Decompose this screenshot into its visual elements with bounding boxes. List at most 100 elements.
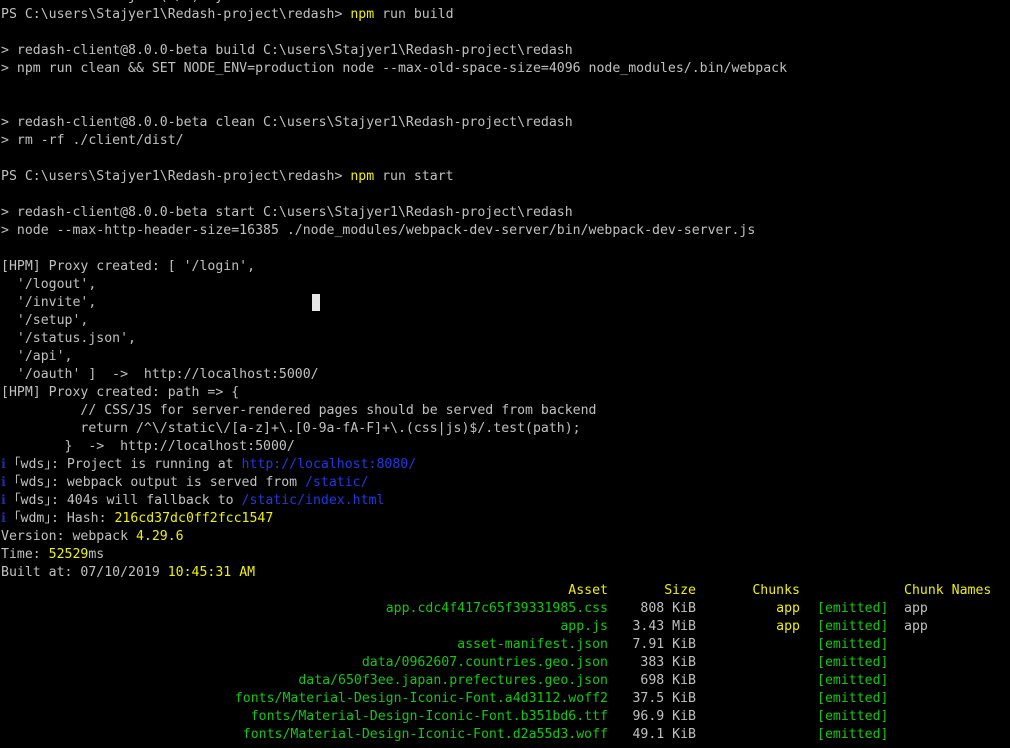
asset-size: 37.5 KiB [632, 691, 696, 706]
terminal-text: > npm run clean && SET NODE_ENV=producti… [1, 61, 788, 76]
asset-name: fonts/Material-Design-Iconic-Font.b351bd… [250, 709, 608, 724]
terminal-text: PS C:\users\Stajyer1\Redash-project\reda… [1, 169, 351, 184]
terminal-line: PS C:\users\Stajyer1\Redash-project\reda… [1, 168, 454, 186]
terminal-text: npm [350, 169, 375, 184]
terminal-text: > redash-client@8.0.0-beta clean C:\user… [1, 115, 573, 130]
terminal-text: ｢wdm｣: Hash: [13, 511, 115, 526]
terminal-line: > rm -rf ./client/dist/ [1, 132, 184, 150]
asset-chunk-names: app [904, 619, 928, 634]
terminal-text: '/api', [1, 349, 73, 364]
terminal-text: 4.29.6 [135, 529, 184, 544]
asset-status: [emitted] [817, 619, 889, 634]
asset-name: fonts/Material-Design-Iconic-Font.a4d311… [234, 691, 608, 706]
header-size: Size [664, 583, 696, 598]
terminal-text: > redash-client@8.0.0-beta build C:\user… [1, 43, 573, 58]
header-chunks: Chunks [752, 583, 800, 598]
terminal-text: 52529 [48, 547, 89, 562]
terminal-text: ms [88, 547, 105, 562]
asset-size: 7.91 KiB [632, 637, 696, 652]
terminal-line: } -> http://localhost:5000/ [1, 438, 295, 456]
asset-size: 49.1 KiB [632, 727, 696, 742]
asset-name: app.cdc4f417c65f39331985.css [385, 601, 608, 616]
terminal-line: PS C:\users\Stajyer1\Redash-project\reda… [1, 6, 454, 24]
terminal-text: Version: webpack [1, 529, 136, 544]
asset-chunks: app [776, 619, 800, 634]
terminal-text: Time: [1, 547, 49, 562]
terminal-text: > rm -rf ./client/dist/ [1, 133, 184, 148]
terminal-line: [HPM] Proxy created: [ '/login', [1, 258, 255, 276]
terminal-line: '/oauth' ] -> http://localhost:5000/ [1, 366, 319, 384]
terminal-text: > node --max-http-header-size=16385 ./no… [1, 223, 756, 238]
terminal-text: ｢wds｣: webpack output is served from [13, 475, 306, 490]
asset-size: 383 KiB [640, 655, 696, 670]
asset-status: [emitted] [817, 673, 889, 688]
terminal-line: ℹ ｢wds｣: Project is running at http://lo… [1, 456, 416, 474]
asset-status: [emitted] [817, 655, 889, 670]
terminal-text: '/invite', [1, 295, 97, 310]
asset-status: [emitted] [817, 727, 889, 742]
terminal-line: > redash-client@8.0.0-beta start C:\user… [1, 204, 573, 222]
terminal-text: run build [374, 7, 454, 22]
terminal-text: 10:45:31 AM [167, 565, 256, 580]
asset-size: 3.43 MiB [632, 619, 696, 634]
terminal-text: Terminate batch job (Y/N)? y [1, 0, 223, 4]
terminal-text: 216cd37dc0ff2fcc1547 [114, 511, 274, 526]
asset-name: asset-manifest.json [457, 637, 608, 652]
terminal-text: npm [350, 7, 375, 22]
terminal-line: '/invite', [1, 294, 96, 312]
terminal-text: ｢wds｣: Project is running at [13, 457, 242, 472]
terminal-text: Built at: 07/10/2019 [1, 565, 168, 580]
terminal-text: run start [374, 169, 454, 184]
terminal-text: '/logout', [1, 277, 97, 292]
terminal-text: return /^\/static\/[a-z]+\.[0-9a-fA-F]+\… [1, 421, 581, 436]
terminal-text: [HPM] Proxy created: [ '/login', [1, 259, 256, 274]
terminal-text: /static/ [305, 475, 369, 490]
terminal-line: > redash-client@8.0.0-beta clean C:\user… [1, 114, 573, 132]
asset-status: [emitted] [817, 637, 889, 652]
terminal-line: '/api', [1, 348, 73, 366]
terminal-line: Time: 52529ms [1, 546, 104, 564]
text-cursor [312, 294, 320, 311]
terminal-line: '/logout', [1, 276, 96, 294]
asset-name: data/0962607.countries.geo.json [361, 655, 608, 670]
terminal-line: // CSS/JS for server-rendered pages shou… [1, 402, 596, 420]
header-chunk-names: Chunk Names [904, 583, 992, 598]
terminal-window[interactable]: Terminate batch job (Y/N)? y PS C:\users\… [0, 0, 1010, 748]
info-icon: ℹ [1, 475, 14, 490]
terminal-text: ｢wds｣: 404s will fallback to [13, 493, 242, 508]
terminal-line: ℹ ｢wds｣: webpack output is served from /… [1, 474, 369, 492]
terminal-text: } -> http://localhost:5000/ [1, 439, 295, 454]
terminal-line: '/status.json', [1, 330, 136, 348]
asset-chunk-names: app [904, 601, 928, 616]
header-asset: Asset [568, 583, 608, 598]
terminal-line: '/setup', [1, 312, 88, 330]
terminal-line: > npm run clean && SET NODE_ENV=producti… [1, 60, 787, 78]
terminal-text: '/oauth' ] -> http://localhost:5000/ [1, 367, 319, 382]
asset-size: 96.9 KiB [632, 709, 696, 724]
terminal-line: return /^\/static\/[a-z]+\.[0-9a-fA-F]+\… [1, 420, 581, 438]
terminal-line: Version: webpack 4.29.6 [1, 528, 184, 546]
asset-name: fonts/Material-Design-Iconic-Font.d2a55d… [242, 727, 608, 742]
asset-size: 808 KiB [640, 601, 696, 616]
terminal-text: '/setup', [1, 313, 89, 328]
terminal-text: PS C:\users\Stajyer1\Redash-project\reda… [1, 7, 351, 22]
terminal-text: > redash-client@8.0.0-beta start C:\user… [1, 205, 573, 220]
terminal-line: > redash-client@8.0.0-beta build C:\user… [1, 42, 573, 60]
terminal-text: [HPM] Proxy created: path => { [1, 385, 240, 400]
terminal-text: // CSS/JS for server-rendered pages shou… [1, 403, 597, 418]
asset-status: [emitted] [817, 709, 889, 724]
terminal-text: '/status.json', [1, 331, 136, 346]
info-icon: ℹ [1, 511, 14, 526]
terminal-text: /static/index.html [241, 493, 385, 508]
terminal-line: ℹ ｢wdm｣: Hash: 216cd37dc0ff2fcc1547 [1, 510, 273, 528]
terminal-text: http://localhost:8080/ [241, 457, 417, 472]
asset-name: data/650f3ee.japan.prefectures.geo.json [298, 673, 608, 688]
info-icon: ℹ [1, 457, 14, 472]
terminal-line: [HPM] Proxy created: path => { [1, 384, 239, 402]
info-icon: ℹ [1, 493, 14, 508]
asset-status: [emitted] [817, 601, 889, 616]
asset-status: [emitted] [817, 691, 889, 706]
asset-chunks: app [776, 601, 800, 616]
terminal-line: Built at: 07/10/2019 10:45:31 AM [1, 564, 255, 582]
terminal-line: > node --max-http-header-size=16385 ./no… [1, 222, 755, 240]
